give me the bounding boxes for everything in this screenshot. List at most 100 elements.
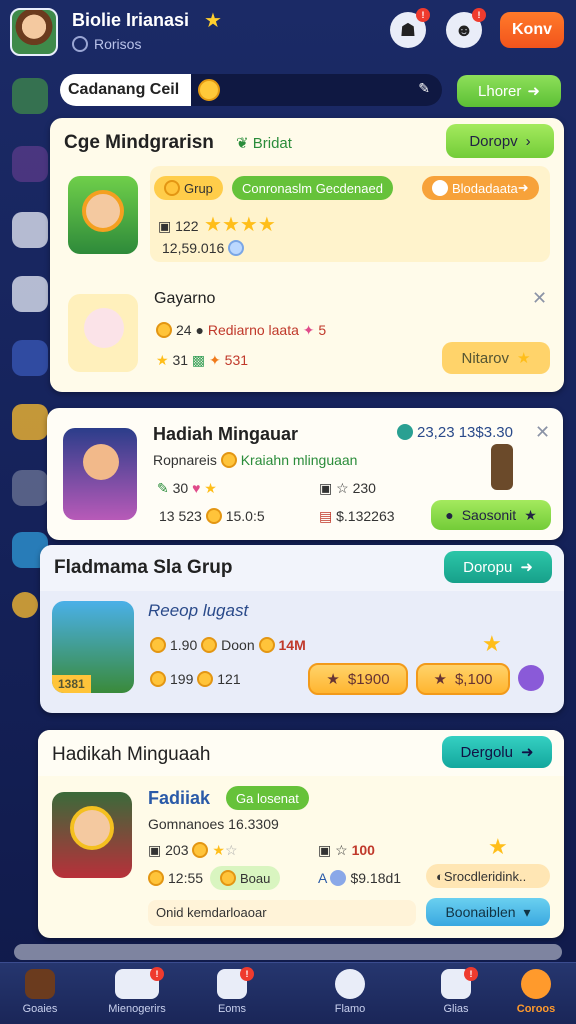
- character-thumb[interactable]: [68, 176, 138, 254]
- price-button-2[interactable]: ★ $,100: [416, 663, 510, 695]
- chat-button[interactable]: ☗!: [390, 8, 430, 48]
- card4-boau-tag[interactable]: Boau: [210, 866, 281, 890]
- star-outline-icon: ☆: [336, 480, 349, 496]
- box-icon: ▣: [318, 842, 332, 858]
- konv-button[interactable]: Konv: [500, 12, 564, 48]
- close-icon[interactable]: ✕: [535, 422, 550, 443]
- nav-label: Flamo: [334, 1003, 366, 1015]
- bottom-nav: Goaies ! Mienogerirs ! Eoms Flamo ! Glias C…: [0, 962, 576, 1024]
- coin-icon: [198, 79, 220, 101]
- row2-stats-a: 24 ● Rediarno laata ✦ 5: [156, 322, 326, 339]
- star-icon: ★: [204, 480, 217, 496]
- rail-item-1[interactable]: [12, 78, 48, 114]
- notification-badge: !: [416, 8, 430, 22]
- price-button-1[interactable]: ★ $1900: [308, 663, 408, 695]
- star-outline-icon: ☆: [335, 842, 348, 858]
- star-icon: ★: [156, 352, 169, 368]
- star-icon: ★: [517, 350, 531, 367]
- nav-items[interactable]: ! Eoms: [196, 967, 268, 1023]
- card1-button[interactable]: Doropv ›: [446, 124, 554, 158]
- tag-group[interactable]: Grup: [154, 176, 223, 200]
- rail-item-5[interactable]: [12, 340, 48, 376]
- gem-icon: ✦: [302, 322, 315, 338]
- leaf-icon: ❦: [236, 135, 253, 152]
- gem-icon[interactable]: [518, 665, 544, 691]
- card-group-rewards: Fladmama Sla Grup Doropu ➜ 1381 Reeop lug…: [40, 545, 564, 713]
- card4-button-label: Dergolu: [460, 743, 513, 761]
- nav-glias[interactable]: ! Glias: [420, 967, 492, 1023]
- nav-messages[interactable]: ! Mienogerirs: [96, 967, 178, 1023]
- stat-value: 531: [224, 352, 249, 368]
- card2-stats-c: 13 523 15.0:5: [159, 508, 265, 524]
- card-title: Cge Mindgrarisn: [64, 132, 214, 153]
- boonaiblen-button[interactable]: Boonaiblen ▾: [426, 898, 550, 926]
- card4-link-tag[interactable]: ◐ Srocdleridink..: [426, 864, 550, 888]
- row2-name: Gayarno: [154, 290, 216, 307]
- heart-icon: ♥: [192, 480, 201, 496]
- rail-item-2[interactable]: [12, 146, 48, 182]
- tag-label: Blodadaata: [452, 180, 518, 196]
- box-icon: ▣: [158, 218, 176, 234]
- tag-badge[interactable]: Blodadaata ➜: [422, 176, 539, 200]
- rail-item-6[interactable]: [12, 404, 48, 440]
- character-thumb-2[interactable]: [68, 294, 138, 372]
- group-thumb[interactable]: 1381: [52, 601, 134, 693]
- box-icon: ▣: [319, 480, 333, 496]
- lhorer-button[interactable]: Lhorer ➜: [457, 75, 561, 107]
- stat-value: 122: [175, 218, 199, 234]
- card4-button[interactable]: Dergolu ➜: [442, 736, 552, 768]
- notification-badge: !: [472, 8, 486, 22]
- coin-icon: [164, 180, 180, 196]
- rail-item-7[interactable]: [12, 470, 48, 506]
- chevron-right-icon: ›: [525, 132, 531, 150]
- card3-button[interactable]: Doropu ➜: [444, 551, 552, 583]
- tag-status[interactable]: Conronaslm Gecdenaed: [232, 176, 393, 200]
- silver-coin-icon: [228, 240, 245, 256]
- shield-icon: [72, 36, 88, 52]
- tag-label: Grup: [184, 180, 213, 196]
- notification-badge: !: [464, 967, 478, 981]
- search-label: Cadanang Ceil: [60, 74, 192, 106]
- stat-value: Doon: [221, 637, 255, 653]
- nav-crown[interactable]: Coroos: [500, 967, 572, 1023]
- meta-text: 23,23 13$3.30: [417, 424, 513, 441]
- sub-text: Kraiahn mlinguaan: [240, 452, 358, 468]
- star-icon: ★: [433, 671, 447, 688]
- saosonit-button[interactable]: ● Saosonit ★: [431, 500, 551, 530]
- coin-icon: [148, 870, 164, 886]
- card2-stats-a: ✎ 30 ♥ ★: [157, 480, 217, 497]
- stat-amount: 12,59.016: [162, 240, 248, 256]
- friends-button[interactable]: ☻!: [446, 8, 486, 48]
- nitarov-button[interactable]: Nitarov ★: [442, 342, 550, 374]
- character-thumb[interactable]: [52, 792, 132, 878]
- rail-item-9[interactable]: [12, 592, 38, 618]
- nav-home[interactable]: Flamo: [314, 967, 386, 1023]
- globe-icon: [397, 424, 413, 440]
- stat-value: 12:55: [168, 870, 204, 886]
- notification-badge: !: [150, 967, 164, 981]
- close-icon[interactable]: ✕: [532, 288, 547, 309]
- stat-value: 31: [172, 352, 189, 368]
- rail-item-4[interactable]: [12, 276, 48, 312]
- card4-tag[interactable]: Ga losenat: [226, 786, 309, 810]
- coin-icon: [201, 637, 218, 653]
- edit-icon[interactable]: ✎: [418, 80, 430, 97]
- nav-label: Glias: [443, 1003, 469, 1015]
- nitarov-label: Nitarov: [461, 349, 510, 367]
- player-avatar[interactable]: [10, 8, 58, 56]
- nav-games[interactable]: Goaies: [4, 967, 76, 1023]
- coin-icon: ●: [445, 507, 454, 523]
- stat-value: 12,59.016: [162, 240, 225, 256]
- coin-icon: [192, 842, 209, 858]
- character-thumb[interactable]: [63, 428, 137, 520]
- arrow-right-icon: ➜: [520, 559, 533, 576]
- search-bar[interactable]: Cadanang Ceil ✎: [60, 74, 442, 106]
- friends-icon: ☻: [454, 19, 474, 40]
- egg-icon: ◐: [436, 868, 444, 884]
- rail-item-3[interactable]: [12, 212, 48, 248]
- card1-button-label: Doropv: [469, 132, 518, 150]
- card4-stats-c: 12:55: [148, 870, 203, 886]
- arrow-icon: ➜: [517, 180, 529, 195]
- price-label: $,100: [454, 670, 493, 688]
- card4-input[interactable]: Onid kemdarloaoar: [148, 900, 416, 926]
